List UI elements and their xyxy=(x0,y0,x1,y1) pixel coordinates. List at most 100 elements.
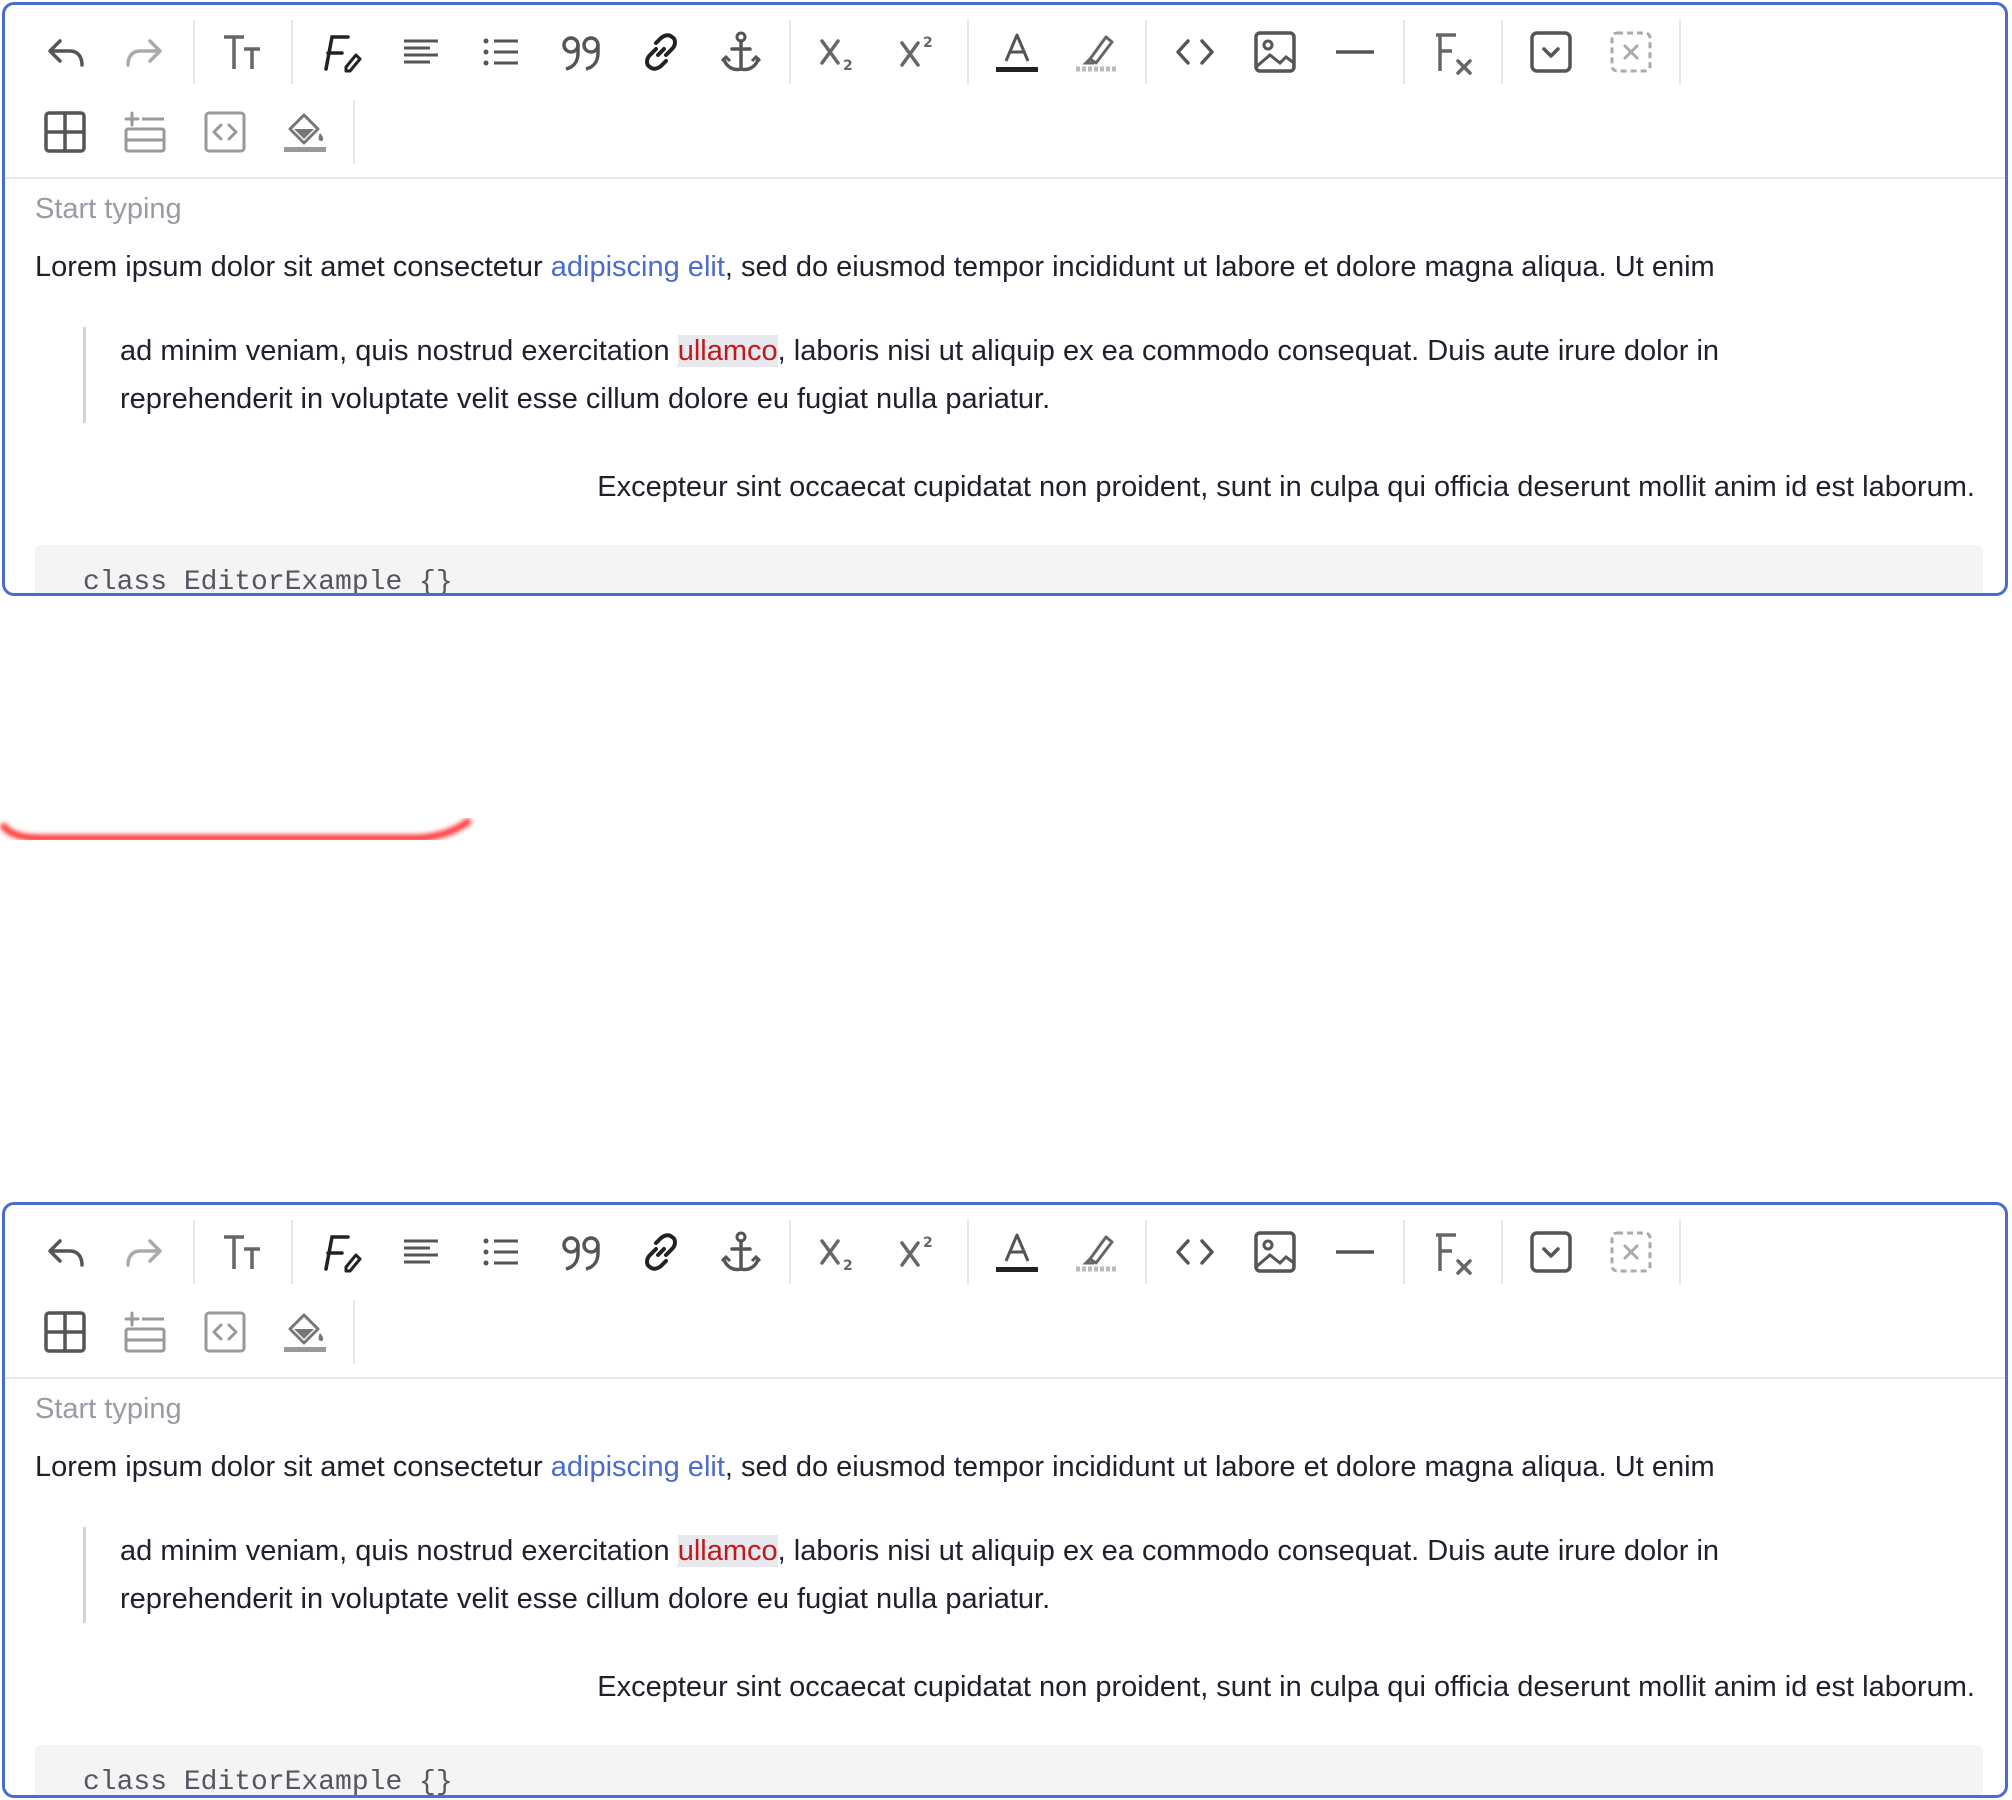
undo-icon xyxy=(48,39,84,67)
clear-format-icon xyxy=(1436,1233,1472,1275)
insert-row-icon xyxy=(124,111,166,153)
font-style-button[interactable] xyxy=(301,1215,381,1289)
svg-text:2: 2 xyxy=(843,1258,853,1274)
toolbar-separator xyxy=(967,1220,969,1284)
image-button[interactable] xyxy=(1235,15,1315,89)
anchor-button[interactable] xyxy=(701,15,781,89)
right-aligned-paragraph: Excepteur sint occaecat cupidatat non pr… xyxy=(597,471,1975,503)
text-size-button[interactable] xyxy=(203,1215,283,1289)
blockquote-button[interactable] xyxy=(541,1215,621,1289)
superscript-icon: 2 xyxy=(900,35,933,67)
fill-color-icon xyxy=(284,113,326,152)
blockquote-button[interactable] xyxy=(541,15,621,89)
horizontal-rule-icon xyxy=(1336,1250,1374,1254)
toolbar-separator xyxy=(353,1300,355,1364)
undo-button[interactable] xyxy=(25,1215,105,1289)
paragraph-text: Lorem ipsum dolor sit amet consectetur xyxy=(35,251,551,283)
table-button[interactable] xyxy=(25,1295,105,1369)
image-button[interactable] xyxy=(1235,1215,1315,1289)
rich-text-editor: 2 2 Start typing Lorem ipsum dolor sit am… xyxy=(2,1202,2008,1798)
anchor-icon xyxy=(720,31,762,72)
table-button[interactable] xyxy=(25,95,105,169)
code-block: class EditorExample {} xyxy=(35,1745,1983,1795)
subscript-button[interactable]: 2 xyxy=(799,15,879,89)
list-button[interactable] xyxy=(461,1215,541,1289)
insert-row-button[interactable] xyxy=(105,1295,185,1369)
font-style-button[interactable] xyxy=(301,15,381,89)
horizontal-rule-icon xyxy=(1336,50,1374,54)
svg-text:2: 2 xyxy=(843,58,853,74)
quote-line-2: reprehenderit in voluptate velit esse ci… xyxy=(120,1583,1051,1615)
horizontal-rule-button[interactable] xyxy=(1315,1215,1395,1289)
redo-button[interactable] xyxy=(105,1215,185,1289)
undo-icon xyxy=(48,1239,84,1267)
fill-color-icon xyxy=(284,1313,326,1352)
quote-text-end: , laboris nisi ut aliquip ex ea commodo … xyxy=(777,1535,1720,1567)
editor-content[interactable]: Start typing Lorem ipsum dolor sit amet … xyxy=(5,1379,2005,1795)
dropdown-box-button[interactable] xyxy=(1511,1215,1591,1289)
quote-text-end: , laboris nisi ut aliquip ex ea commodo … xyxy=(777,335,1720,367)
toolbar-separator xyxy=(193,1220,195,1284)
undo-button[interactable] xyxy=(25,15,105,89)
toolbar-separator xyxy=(353,100,355,164)
image-icon xyxy=(1254,1231,1296,1273)
redo-icon xyxy=(126,1239,162,1267)
list-button[interactable] xyxy=(461,15,541,89)
dropdown-box-icon xyxy=(1530,31,1572,73)
superscript-button[interactable]: 2 xyxy=(879,15,959,89)
code-button[interactable] xyxy=(1155,15,1235,89)
align-button[interactable] xyxy=(381,1215,461,1289)
toolbar-separator xyxy=(1501,20,1503,84)
toolbar-separator xyxy=(1403,20,1405,84)
blockquote: ad minim veniam, quis nostrud exercitati… xyxy=(83,327,2000,423)
highlight-button[interactable] xyxy=(1057,15,1137,89)
align-icon xyxy=(404,39,438,64)
highlight-button[interactable] xyxy=(1057,1215,1137,1289)
editor-content[interactable]: Start typing Lorem ipsum dolor sit amet … xyxy=(5,179,2005,593)
paragraph-link[interactable]: adipiscing elit xyxy=(551,1451,725,1483)
text-size-button[interactable] xyxy=(203,15,283,89)
anchor-button[interactable] xyxy=(701,1215,781,1289)
redo-icon xyxy=(126,39,162,67)
toolbar-row-2 xyxy=(25,1295,363,1369)
link-icon xyxy=(645,33,677,71)
text-color-button[interactable] xyxy=(977,15,1057,89)
toolbar-separator xyxy=(193,20,195,84)
align-button[interactable] xyxy=(381,15,461,89)
dropdown-box-button[interactable] xyxy=(1511,15,1591,89)
font-style-icon xyxy=(324,35,362,73)
toolbar-separator xyxy=(1403,1220,1405,1284)
remove-box-button[interactable] xyxy=(1591,1215,1671,1289)
text-color-button[interactable] xyxy=(977,1215,1057,1289)
highlighted-word: ullamco xyxy=(677,335,778,367)
code-icon xyxy=(1176,39,1214,65)
editor-placeholder: Start typing xyxy=(35,1393,182,1425)
remove-box-button[interactable] xyxy=(1591,15,1671,89)
horizontal-rule-button[interactable] xyxy=(1315,15,1395,89)
insert-row-button[interactable] xyxy=(105,95,185,169)
clear-format-button[interactable] xyxy=(1413,15,1493,89)
embed-code-icon xyxy=(204,1311,246,1353)
fill-color-button[interactable] xyxy=(265,1295,345,1369)
highlight-icon xyxy=(1076,1235,1118,1272)
code-icon xyxy=(1176,1239,1214,1265)
clear-format-button[interactable] xyxy=(1413,1215,1493,1289)
link-button[interactable] xyxy=(621,15,701,89)
paragraph-link[interactable]: adipiscing elit xyxy=(551,251,725,283)
code-button[interactable] xyxy=(1155,1215,1235,1289)
list-icon xyxy=(483,1238,518,1266)
fill-color-button[interactable] xyxy=(265,95,345,169)
toolbar-separator xyxy=(291,20,293,84)
superscript-button[interactable]: 2 xyxy=(879,1215,959,1289)
subscript-icon: 2 xyxy=(820,39,853,74)
embed-code-button[interactable] xyxy=(185,95,265,169)
toolbar-separator xyxy=(1679,1220,1681,1284)
link-button[interactable] xyxy=(621,1215,701,1289)
redo-button[interactable] xyxy=(105,15,185,89)
toolbar-row-1: 22 xyxy=(25,15,1689,89)
subscript-button[interactable]: 2 xyxy=(799,1215,879,1289)
link-icon xyxy=(645,1233,677,1271)
embed-code-button[interactable] xyxy=(185,1295,265,1369)
align-icon xyxy=(404,1239,438,1264)
toolbar-separator xyxy=(1679,20,1681,84)
